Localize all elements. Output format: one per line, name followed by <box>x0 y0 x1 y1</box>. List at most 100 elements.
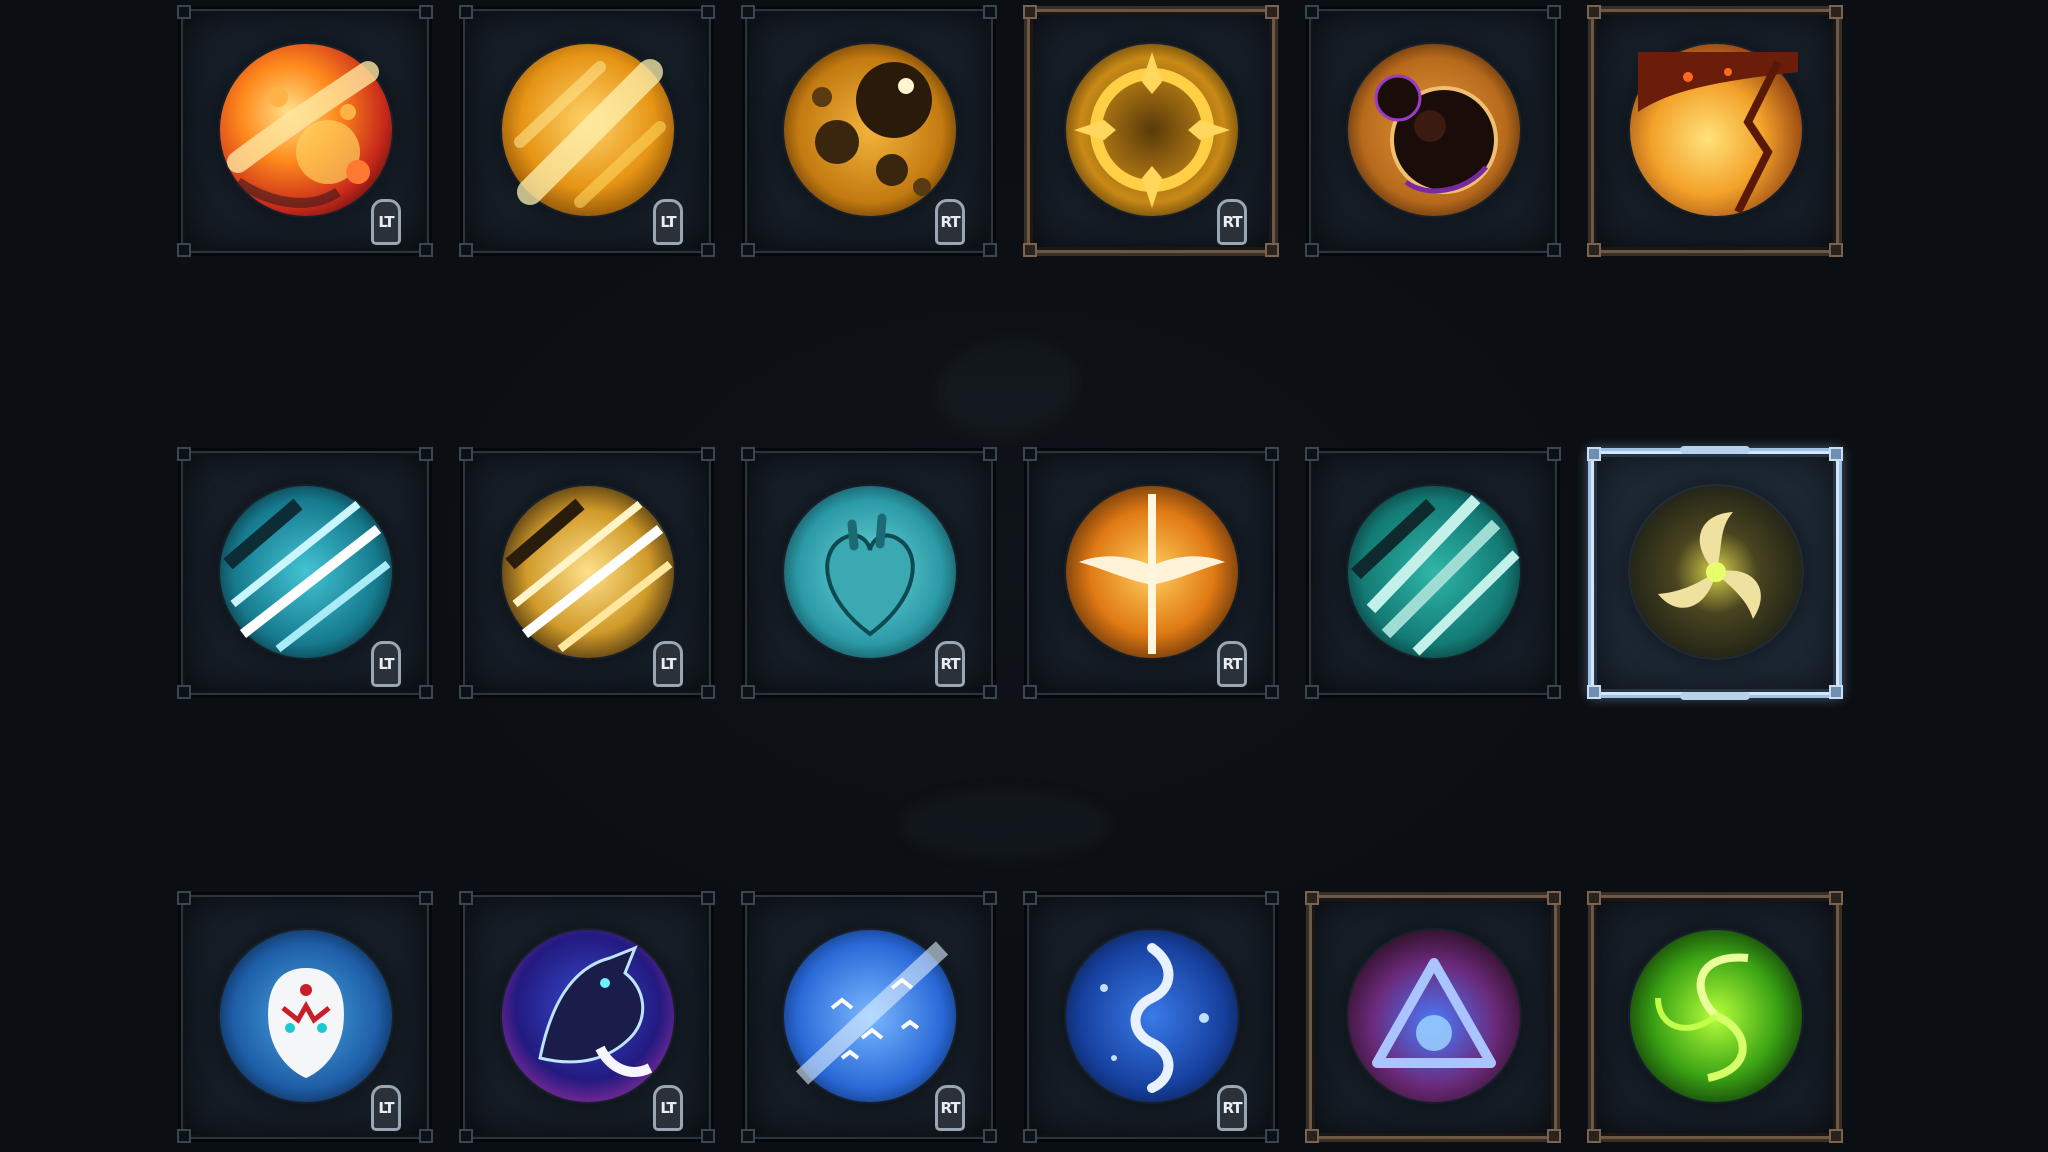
key-binding-badge: RT <box>1217 199 1247 245</box>
slot-corner <box>177 5 191 19</box>
claw-icon <box>1346 484 1522 660</box>
gold-slash-skill-slot[interactable]: LT <box>459 447 715 699</box>
slot-corner <box>1587 447 1601 461</box>
winged-sword-skill-slot[interactable]: RT <box>1023 447 1279 699</box>
key-binding-badge: LT <box>653 641 683 687</box>
bird-flock-skill-slot[interactable]: RT <box>741 891 997 1143</box>
teal-claw-skill-slot[interactable] <box>1305 447 1561 699</box>
golden-triskelion-skill-slot[interactable] <box>1587 446 1843 700</box>
slot-corner <box>459 5 473 19</box>
key-binding-badge: LT <box>371 1085 401 1131</box>
slot-corner <box>701 1129 715 1143</box>
slot-corner <box>419 5 433 19</box>
ice-slash-skill-slot[interactable]: LT <box>177 447 433 699</box>
key-binding-badge: LT <box>653 199 683 245</box>
slot-corner <box>1305 447 1319 461</box>
key-binding-badge: RT <box>1217 1085 1247 1131</box>
slot-corner <box>701 5 715 19</box>
frost-heart-skill-slot[interactable]: RT <box>741 447 997 699</box>
selected-frame-ornament <box>1680 446 1750 454</box>
slot-corner <box>419 447 433 461</box>
key-binding-badge: RT <box>935 199 965 245</box>
slot-corner <box>177 447 191 461</box>
slot-corner <box>741 1129 755 1143</box>
slot-corner <box>419 685 433 699</box>
slot-corner <box>1265 243 1279 257</box>
slot-corner <box>701 447 715 461</box>
shadow-wolf-skill-slot[interactable]: LT <box>459 891 715 1143</box>
skill-grid: LT LT RT RT LT LT RT RT LT LT RT RT <box>177 5 1843 1146</box>
fire-meteor-skill-slot[interactable]: LT <box>177 5 433 257</box>
key-binding-badge: LT <box>371 641 401 687</box>
serpent-skill-slot[interactable]: RT <box>1023 891 1279 1143</box>
slot-corner <box>1829 891 1843 905</box>
slot-corner <box>1587 5 1601 19</box>
slot-corner <box>1023 243 1037 257</box>
slot-corner <box>1265 1129 1279 1143</box>
lava-crack-icon <box>1628 42 1804 218</box>
key-binding-badge: LT <box>653 1085 683 1131</box>
slot-corner <box>1829 447 1843 461</box>
slot-corner <box>983 5 997 19</box>
slot-corner <box>459 1129 473 1143</box>
slot-corner <box>1305 1129 1319 1143</box>
slot-corner <box>1587 891 1601 905</box>
arcane-triangle-skill-slot[interactable] <box>1305 891 1561 1143</box>
slot-corner <box>701 243 715 257</box>
slot-corner <box>983 243 997 257</box>
vortex-icon <box>1628 928 1804 1104</box>
slot-corner <box>701 685 715 699</box>
key-binding-badge: RT <box>1217 641 1247 687</box>
slot-corner <box>1587 1129 1601 1143</box>
slot-corner <box>419 243 433 257</box>
slot-corner <box>1265 5 1279 19</box>
slot-corner <box>1023 685 1037 699</box>
slot-corner <box>1547 447 1561 461</box>
golden-bubbles-skill-slot[interactable]: RT <box>741 5 997 257</box>
fire-meteor-icon <box>218 42 394 218</box>
slot-corner <box>1547 1129 1561 1143</box>
slot-corner <box>1547 5 1561 19</box>
gold-slash-icon <box>500 484 676 660</box>
slot-corner <box>177 891 191 905</box>
slot-corner <box>459 891 473 905</box>
dark-orb-skill-slot[interactable] <box>1305 5 1561 257</box>
slot-corner <box>741 447 755 461</box>
key-binding-badge: RT <box>935 1085 965 1131</box>
golden-streak-icon <box>500 42 676 218</box>
slot-corner <box>1547 685 1561 699</box>
slot-corner <box>983 685 997 699</box>
winged-sword-icon <box>1064 484 1240 660</box>
slot-corner <box>459 447 473 461</box>
ice-slash-icon <box>218 484 394 660</box>
golden-crosshair-skill-slot[interactable]: RT <box>1023 5 1279 257</box>
slot-corner <box>177 1129 191 1143</box>
slot-corner <box>1023 5 1037 19</box>
triangle-icon <box>1346 928 1522 1104</box>
slot-corner <box>1547 243 1561 257</box>
slot-corner <box>1265 447 1279 461</box>
birds-icon <box>782 928 958 1104</box>
slot-corner <box>741 243 755 257</box>
key-binding-badge: RT <box>935 641 965 687</box>
slot-corner <box>983 891 997 905</box>
slot-corner <box>1829 243 1843 257</box>
slot-corner <box>983 447 997 461</box>
slot-corner <box>1587 685 1601 699</box>
slot-corner <box>1265 891 1279 905</box>
slot-corner <box>459 243 473 257</box>
slot-corner <box>1829 1129 1843 1143</box>
slot-corner <box>1829 685 1843 699</box>
slot-corner <box>1265 685 1279 699</box>
slot-corner <box>1829 5 1843 19</box>
slot-corner <box>1305 5 1319 19</box>
lava-crack-skill-slot[interactable] <box>1587 5 1843 257</box>
triskelion-icon <box>1628 484 1804 660</box>
crosshair-icon <box>1064 42 1240 218</box>
dark-orb-icon <box>1346 42 1522 218</box>
golden-streak-skill-slot[interactable]: LT <box>459 5 715 257</box>
spirit-mask-skill-slot[interactable]: LT <box>177 891 433 1143</box>
green-vortex-skill-slot[interactable] <box>1587 891 1843 1143</box>
golden-bubbles-icon <box>782 42 958 218</box>
slot-corner <box>1023 447 1037 461</box>
